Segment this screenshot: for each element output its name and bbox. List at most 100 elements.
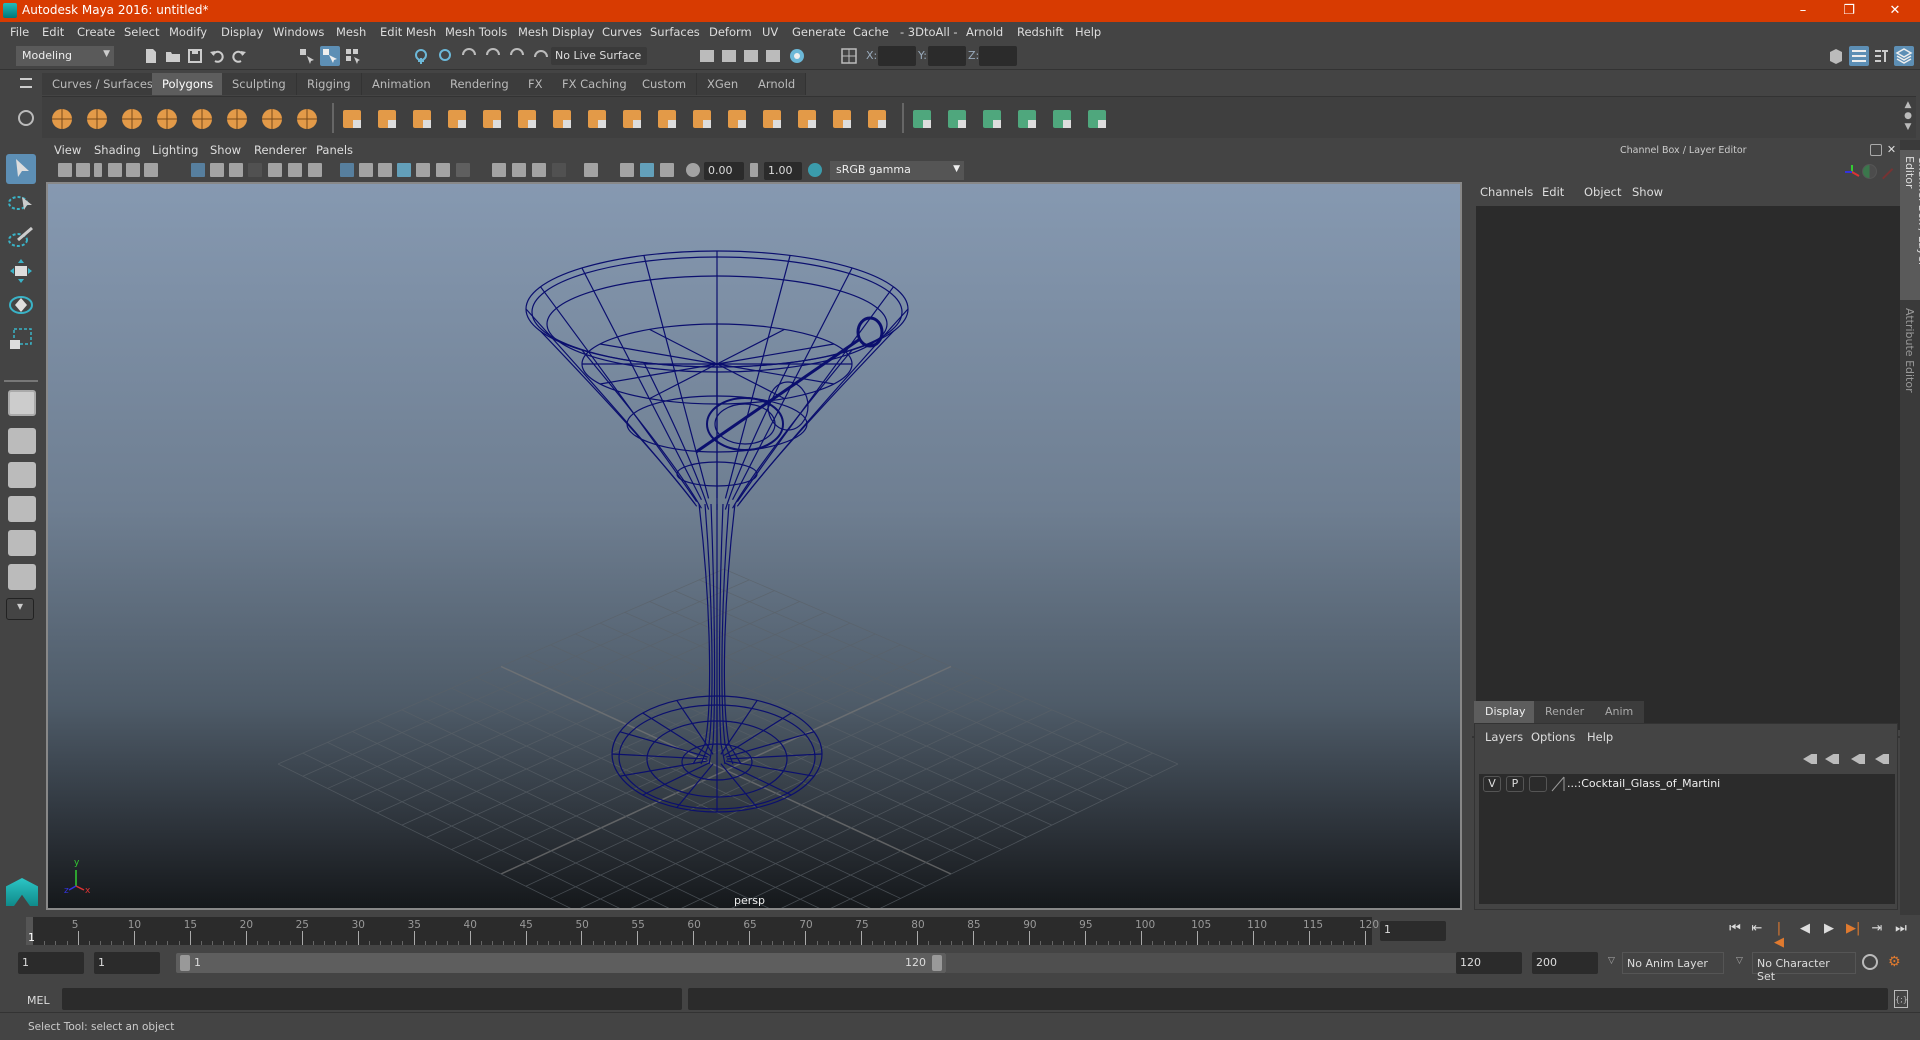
anti-aliasing-icon[interactable] bbox=[532, 163, 546, 177]
shelf-tab-rendering[interactable]: Rendering bbox=[440, 73, 520, 95]
channels-edit-menu[interactable]: Edit bbox=[1542, 185, 1564, 199]
shelf-separate-icon[interactable] bbox=[375, 107, 399, 131]
exposure-field[interactable]: 0.00 bbox=[704, 162, 744, 180]
float-panel-icon[interactable] bbox=[1870, 144, 1882, 156]
play-backwards-icon[interactable]: ◀ bbox=[1798, 922, 1812, 936]
snap-surface-icon[interactable] bbox=[508, 47, 526, 65]
grease-pencil-icon[interactable] bbox=[144, 163, 158, 177]
shelf-tab-arnold[interactable]: Arnold bbox=[748, 73, 807, 95]
color-management-toggle-icon[interactable] bbox=[808, 163, 822, 177]
move-tool-icon[interactable] bbox=[6, 256, 36, 286]
viewport-menu-panels[interactable]: Panels bbox=[316, 143, 353, 157]
color-space-dropdown[interactable]: sRGB gamma ▼ bbox=[830, 161, 964, 180]
menu-mesh-tools[interactable]: Mesh Tools bbox=[445, 25, 507, 39]
shelf-extract-icon[interactable] bbox=[480, 107, 504, 131]
menu-edit-mesh[interactable]: Edit Mesh bbox=[380, 25, 436, 39]
layout-more-button[interactable]: ▾ bbox=[6, 598, 34, 620]
z-field[interactable] bbox=[979, 46, 1017, 66]
side-tab-channel-box[interactable]: Channel Box / Layer Editor bbox=[1900, 150, 1920, 300]
play-forwards-icon[interactable]: ▶ bbox=[1822, 922, 1836, 936]
tool-settings-icon[interactable] bbox=[1872, 47, 1890, 65]
render-settings-icon[interactable] bbox=[764, 47, 782, 65]
shelf-boolean-icon[interactable] bbox=[515, 107, 539, 131]
hypershade-layout-icon[interactable] bbox=[8, 530, 36, 556]
go-to-end-icon[interactable]: ⏭ bbox=[1894, 922, 1908, 936]
side-tab-attribute-editor[interactable]: Attribute Editor bbox=[1900, 302, 1920, 402]
new-empty-layer-icon[interactable] bbox=[1851, 754, 1865, 764]
wireframe-on-shaded-icon[interactable] bbox=[397, 163, 411, 177]
layer-color-swatch-icon[interactable] bbox=[1551, 776, 1565, 792]
menu-generate[interactable]: Generate bbox=[792, 25, 846, 39]
hypershade-icon[interactable] bbox=[788, 47, 806, 65]
select-object-icon[interactable] bbox=[320, 46, 340, 66]
shelf-cylindrical-uv-icon[interactable] bbox=[910, 107, 934, 131]
layer-playback-toggle[interactable]: P bbox=[1506, 776, 1524, 792]
character-set-dropdown[interactable]: No Character Set bbox=[1752, 952, 1856, 983]
menu-select[interactable]: Select bbox=[124, 25, 159, 39]
script-editor-icon[interactable]: {;} bbox=[1894, 990, 1908, 1008]
range-end-handle[interactable] bbox=[932, 955, 942, 971]
select-tool-icon[interactable] bbox=[6, 154, 36, 184]
step-forward-frame-icon[interactable]: ⇥ bbox=[1870, 922, 1884, 936]
render-frame-icon[interactable] bbox=[720, 47, 738, 65]
2d-pan-zoom-icon[interactable] bbox=[126, 163, 140, 177]
wireframe-icon[interactable] bbox=[340, 163, 354, 177]
snap-view-plane-icon[interactable] bbox=[484, 47, 502, 65]
menu-mesh-display[interactable]: Mesh Display bbox=[518, 25, 594, 39]
rotate-tool-icon[interactable] bbox=[6, 290, 36, 320]
shelf-poly-torus-icon[interactable] bbox=[225, 107, 249, 131]
image-plane-icon[interactable] bbox=[108, 163, 122, 177]
shelf-tab-rigging[interactable]: Rigging bbox=[297, 73, 362, 95]
textured-icon[interactable] bbox=[416, 163, 430, 177]
persp-outliner-graph-layout-icon[interactable] bbox=[8, 564, 36, 590]
menu-uv[interactable]: UV bbox=[762, 25, 778, 39]
layer-tab-display[interactable]: Display bbox=[1474, 701, 1537, 723]
shelf-tab-polygons[interactable]: Polygons bbox=[152, 73, 225, 95]
resolution-gate-icon[interactable] bbox=[229, 163, 243, 177]
shelf-poly-cylinder-icon[interactable] bbox=[120, 107, 144, 131]
xray-icon[interactable] bbox=[620, 163, 634, 177]
shelf-unfold-uv-icon[interactable] bbox=[1015, 107, 1039, 131]
range-start-handle[interactable] bbox=[180, 955, 190, 971]
render-view-icon[interactable] bbox=[698, 47, 716, 65]
viewport-menu-lighting[interactable]: Lighting bbox=[152, 143, 198, 157]
shelf-bevel-icon[interactable] bbox=[550, 107, 574, 131]
shelf-tab-xgen[interactable]: XGen bbox=[697, 73, 750, 95]
undo-icon[interactable] bbox=[208, 47, 226, 65]
depth-of-field-icon[interactable] bbox=[552, 163, 566, 177]
animation-preferences-icon[interactable]: ⚙ bbox=[1888, 953, 1906, 971]
gamma-icon[interactable] bbox=[750, 163, 758, 177]
select-hierarchy-icon[interactable] bbox=[298, 47, 316, 65]
isolate-select-icon[interactable] bbox=[584, 163, 598, 177]
shelf-automatic-uv-icon[interactable] bbox=[980, 107, 1004, 131]
time-slider-track[interactable]: 1 5 10 15 20 25 30 35 40 45 50 55 60 65 70 75 80 85 90 95 1… bbox=[26, 917, 1379, 945]
smooth-shade-icon[interactable] bbox=[359, 163, 373, 177]
channels-object-menu[interactable]: Object bbox=[1584, 185, 1621, 199]
open-scene-icon[interactable] bbox=[164, 47, 182, 65]
safe-title-icon[interactable] bbox=[308, 163, 322, 177]
menu-arnold[interactable]: Arnold bbox=[966, 25, 1003, 39]
shelf-settings-gear-icon[interactable] bbox=[18, 110, 34, 126]
shelf-multi-cut-icon[interactable] bbox=[655, 107, 679, 131]
layer-tab-render[interactable]: Render bbox=[1534, 701, 1596, 723]
shelf-make-hole-icon[interactable] bbox=[795, 107, 819, 131]
snap-point-icon[interactable] bbox=[460, 47, 478, 65]
shelf-spherical-uv-icon[interactable] bbox=[945, 107, 969, 131]
channels-show-menu[interactable]: Show bbox=[1632, 185, 1663, 199]
shelf-poly-cube-icon[interactable] bbox=[85, 107, 109, 131]
transform-constraint-icon[interactable] bbox=[840, 47, 858, 65]
exposure-icon[interactable] bbox=[686, 163, 700, 177]
shelf-poly-pipe-icon[interactable] bbox=[295, 107, 319, 131]
motion-blur-icon[interactable] bbox=[512, 163, 526, 177]
scale-tool-icon[interactable] bbox=[6, 324, 36, 354]
channel-hyperbolic-icon[interactable] bbox=[1882, 168, 1902, 188]
command-language-label[interactable]: MEL bbox=[27, 994, 50, 1007]
redo-icon[interactable] bbox=[230, 47, 248, 65]
viewport-menu-show[interactable]: Show bbox=[210, 143, 241, 157]
camera-attributes-icon[interactable] bbox=[76, 163, 90, 177]
paint-select-tool-icon[interactable] bbox=[6, 222, 36, 252]
gate-mask-icon[interactable] bbox=[248, 163, 262, 177]
current-frame-field[interactable]: 1 bbox=[1380, 921, 1446, 941]
x-field[interactable] bbox=[878, 46, 916, 66]
use-lights-icon[interactable] bbox=[436, 163, 450, 177]
